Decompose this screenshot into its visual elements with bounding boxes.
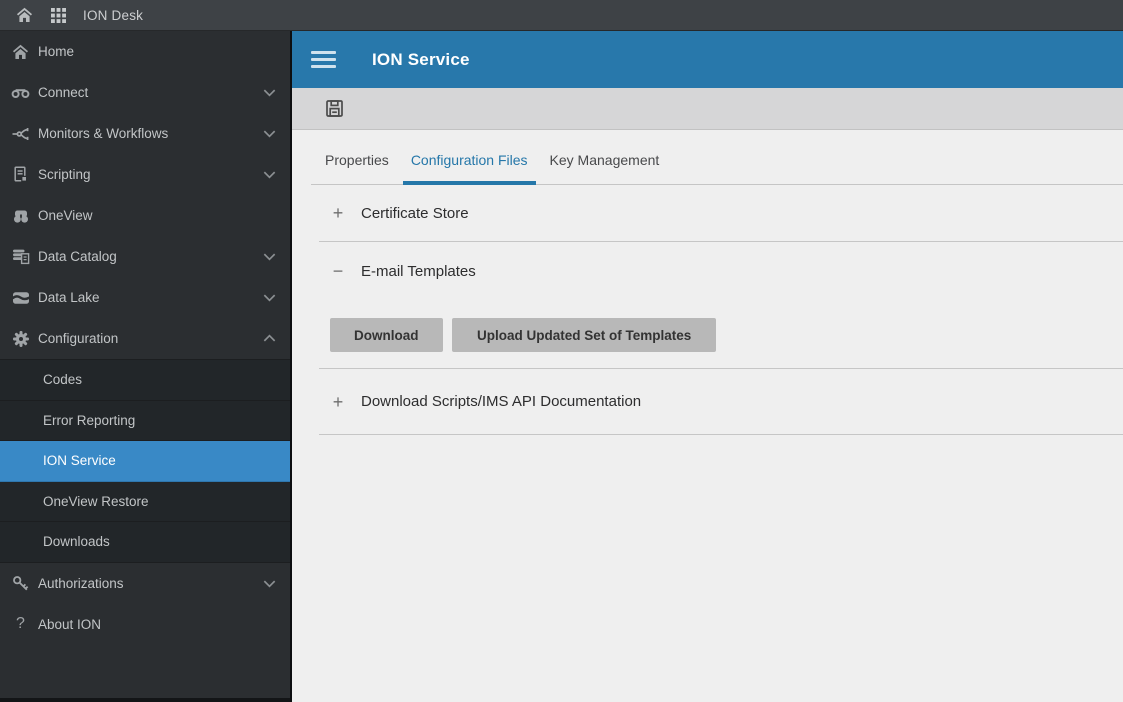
chevron-down-icon bbox=[262, 249, 277, 264]
section-title: Download Scripts/IMS API Documentation bbox=[361, 393, 642, 410]
sidebar-item-label: Data Catalog bbox=[38, 249, 117, 264]
page-title: ION Service bbox=[372, 49, 470, 69]
sidebar-item-label: OneView bbox=[38, 208, 93, 223]
binoculars-icon bbox=[10, 207, 31, 225]
main-panel: ION Service Properties Configuration Fil… bbox=[292, 31, 1123, 702]
toolbar bbox=[292, 88, 1123, 130]
sub-item-label: ION Service bbox=[43, 453, 116, 469]
download-button[interactable]: Download bbox=[330, 318, 443, 352]
sidebar-item-label: Scripting bbox=[38, 167, 91, 182]
sidebar-item-monitors-workflows[interactable]: Monitors & Workflows bbox=[0, 113, 290, 154]
sidebar-item-data-catalog[interactable]: Data Catalog bbox=[0, 236, 290, 277]
sidebar-filler bbox=[0, 644, 290, 698]
ion-desk-app: ION Desk Home Connect Monitors & Workflo… bbox=[0, 0, 1123, 702]
sidebar-item-label: Configuration bbox=[38, 331, 119, 346]
home-icon bbox=[16, 7, 33, 23]
sub-item-label: Error Reporting bbox=[43, 412, 136, 428]
home-icon bbox=[10, 43, 31, 61]
section-title: Certificate Store bbox=[361, 204, 469, 222]
sidebar-item-ion-service[interactable]: ION Service bbox=[0, 441, 290, 482]
sidebar-item-home[interactable]: Home bbox=[0, 31, 290, 72]
chevron-down-icon bbox=[262, 85, 277, 100]
save-button[interactable] bbox=[321, 96, 347, 122]
content-area: Properties Configuration Files Key Manag… bbox=[292, 130, 1123, 702]
expand-icon: + bbox=[332, 391, 344, 412]
tab-configuration-files[interactable]: Configuration Files bbox=[402, 152, 536, 185]
sidebar-item-data-lake[interactable]: Data Lake bbox=[0, 277, 290, 318]
app-grid-icon bbox=[50, 7, 66, 23]
sidebar-item-label: Data Lake bbox=[38, 290, 100, 305]
gear-icon bbox=[10, 330, 31, 348]
sidebar-item-error-reporting[interactable]: Error Reporting bbox=[0, 401, 290, 441]
tab-properties[interactable]: Properties bbox=[317, 152, 397, 184]
section-download-scripts[interactable]: + Download Scripts/IMS API Documentation bbox=[319, 369, 1123, 435]
save-icon bbox=[325, 99, 344, 118]
sidebar: Home Connect Monitors & Workflows Script… bbox=[0, 31, 292, 702]
sidebar-item-authorizations[interactable]: Authorizations bbox=[0, 563, 290, 604]
menu-toggle-button[interactable] bbox=[311, 40, 351, 80]
upload-templates-button[interactable]: Upload Updated Set of Templates bbox=[451, 318, 717, 352]
sidebar-item-label: Authorizations bbox=[38, 575, 124, 591]
section-email-templates-body: Download Upload Updated Set of Templates bbox=[319, 300, 1123, 369]
app-launcher-button[interactable] bbox=[44, 1, 72, 29]
connect-icon bbox=[10, 84, 31, 102]
chevron-up-icon bbox=[262, 331, 277, 346]
sidebar-item-codes[interactable]: Codes bbox=[0, 360, 290, 401]
sidebar-item-oneview[interactable]: OneView bbox=[0, 195, 290, 236]
sub-item-label: Downloads bbox=[43, 534, 110, 550]
sidebar-item-label: Home bbox=[38, 44, 75, 59]
sidebar-bottom-strip bbox=[0, 698, 290, 702]
data-catalog-icon bbox=[10, 248, 31, 266]
chevron-down-icon bbox=[262, 167, 277, 182]
sidebar-item-label: Monitors & Workflows bbox=[38, 126, 169, 141]
sub-item-label: Codes bbox=[43, 372, 83, 388]
sidebar-item-configuration[interactable]: Configuration bbox=[0, 318, 290, 359]
sidebar-item-scripting[interactable]: Scripting bbox=[0, 154, 290, 195]
sidebar-item-oneview-restore[interactable]: OneView Restore bbox=[0, 482, 290, 522]
tab-bar: Properties Configuration Files Key Manag… bbox=[311, 130, 1123, 185]
sidebar-item-connect[interactable]: Connect bbox=[0, 72, 290, 113]
sidebar-item-downloads[interactable]: Downloads bbox=[0, 522, 290, 563]
collapse-icon: − bbox=[332, 261, 344, 281]
page-header: ION Service bbox=[292, 31, 1123, 88]
chevron-down-icon bbox=[262, 126, 277, 141]
home-button[interactable] bbox=[10, 1, 38, 29]
key-icon bbox=[10, 574, 31, 592]
chevron-down-icon bbox=[262, 290, 277, 305]
workflows-icon bbox=[10, 125, 31, 143]
sidebar-item-about-ion[interactable]: About ION bbox=[0, 604, 290, 645]
scripting-icon bbox=[10, 166, 31, 184]
expand-icon: + bbox=[332, 203, 344, 223]
section-certificate-store[interactable]: + Certificate Store bbox=[319, 185, 1123, 242]
configuration-submenu: Codes Error Reporting ION Service OneVie… bbox=[0, 359, 290, 563]
app-title: ION Desk bbox=[83, 7, 144, 23]
sidebar-item-label: About ION bbox=[38, 616, 102, 632]
section-email-templates: − E-mail Templates Download Upload Updat… bbox=[319, 242, 1123, 369]
sidebar-item-label: Connect bbox=[38, 85, 89, 100]
data-lake-icon bbox=[10, 289, 31, 307]
sub-item-label: OneView Restore bbox=[43, 493, 149, 509]
question-icon bbox=[10, 615, 31, 633]
section-email-templates-header[interactable]: − E-mail Templates bbox=[319, 242, 1123, 300]
accordion: + Certificate Store − E-mail Templates D… bbox=[319, 185, 1123, 435]
chevron-down-icon bbox=[262, 576, 277, 591]
section-title: E-mail Templates bbox=[361, 262, 476, 280]
tab-key-management[interactable]: Key Management bbox=[542, 152, 668, 184]
top-bar: ION Desk bbox=[0, 0, 1123, 31]
